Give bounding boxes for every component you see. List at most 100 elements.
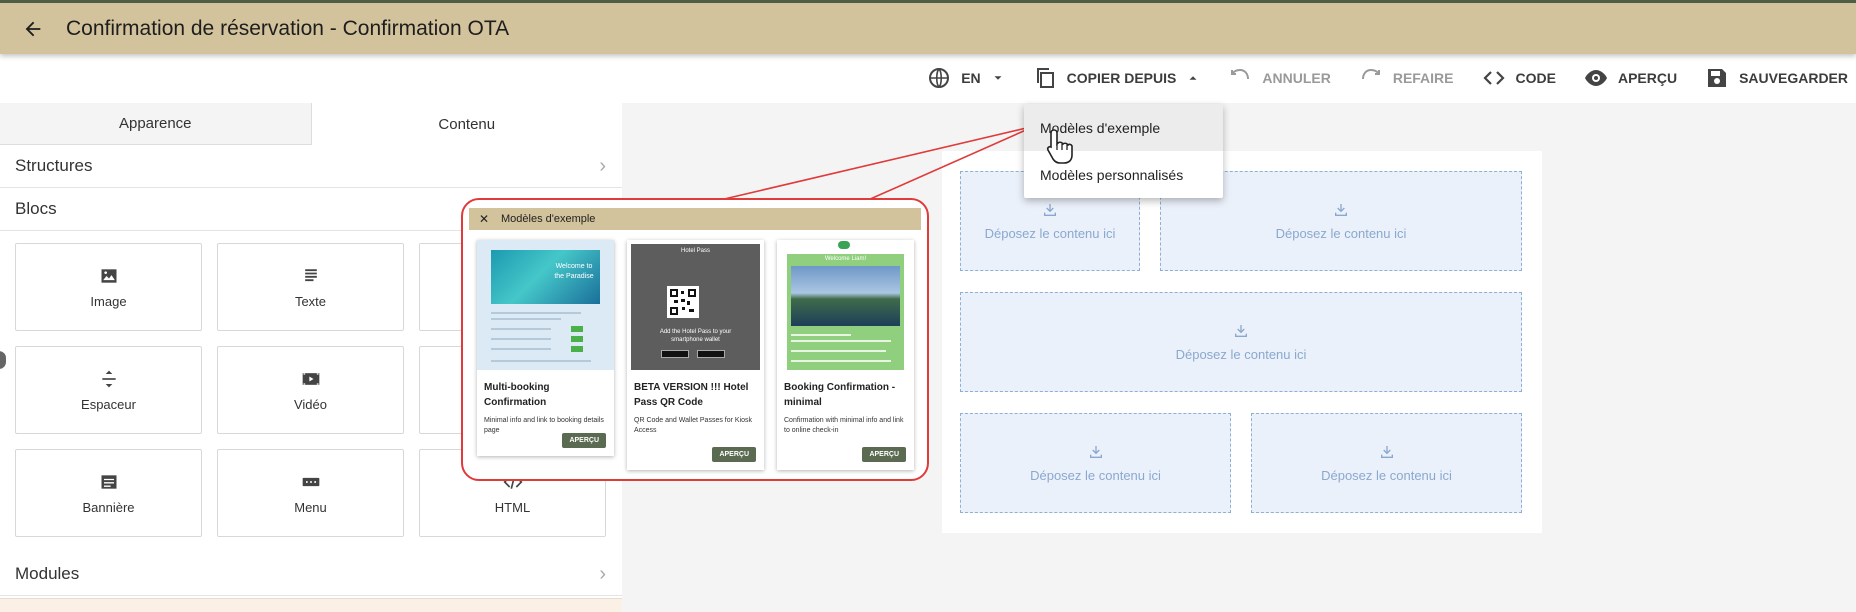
thumb-button <box>571 326 583 332</box>
copy-from-button[interactable]: COPIER DEPUIS <box>1033 66 1201 90</box>
spacer-icon <box>101 370 116 387</box>
templates-dialog-header: ✕ Modèles d'exemple <box>469 208 921 230</box>
video-icon <box>302 372 319 385</box>
preview-label: APERÇU <box>1617 70 1678 86</box>
thumb-line <box>491 312 581 314</box>
template-title: Multi-booking Confirmation <box>484 382 550 408</box>
block-banner[interactable]: Bannière <box>15 449 202 537</box>
arrow-left-icon <box>25 21 41 36</box>
qr-code-icon <box>670 289 696 315</box>
template-preview-button[interactable]: APERÇU <box>562 433 606 448</box>
preview-button[interactable]: APERÇU <box>1584 66 1677 90</box>
thumb-button <box>571 346 583 352</box>
thumb-button <box>571 336 583 342</box>
section-blocs-label: Blocs <box>15 199 57 218</box>
wallet-badge <box>661 350 689 358</box>
block-video[interactable]: Vidéo <box>217 346 404 434</box>
drop-zone[interactable]: Déposez le contenu ici <box>960 413 1231 513</box>
tab-contenu[interactable]: Contenu <box>311 103 622 145</box>
close-icon[interactable]: ✕ <box>475 212 493 226</box>
template-preview-button[interactable]: APERÇU <box>862 447 906 462</box>
block-spacer[interactable]: Espaceur <box>15 346 202 434</box>
thumb-line <box>791 360 891 362</box>
template-title: Booking Confirmation - minimal <box>784 382 896 408</box>
lake-image <box>791 266 900 326</box>
template-card[interactable]: Welcome to the Paradise Multi-booking Co… <box>477 240 614 456</box>
redo-icon <box>1361 68 1380 80</box>
block-label: Espaceur <box>81 396 136 412</box>
menu-icon <box>302 477 319 486</box>
template-preview-button[interactable]: APERÇU <box>712 447 756 462</box>
thumb-heading: Hotel Pass <box>680 248 710 254</box>
drop-zone-label: Déposez le contenu ici <box>1321 467 1452 483</box>
page-title: Confirmation de réservation - Confirmati… <box>66 16 510 40</box>
tab-apparence[interactable]: Apparence <box>0 103 312 145</box>
redo-button[interactable]: REFAIRE <box>1359 66 1454 90</box>
thumb-line <box>491 338 551 340</box>
chevron-right-icon: › <box>599 562 606 585</box>
download-tray-icon <box>1044 203 1056 216</box>
caret-down-icon <box>994 76 1002 80</box>
thumb-green-panel: Welcome Liam! <box>787 254 904 370</box>
copy-icon <box>1036 68 1054 88</box>
save-icon <box>1708 69 1727 87</box>
template-thumbnail: Hotel Pass Add the Hotel Pass to your sm… <box>627 240 764 370</box>
code-button[interactable]: CODE <box>1482 66 1556 90</box>
image-icon <box>101 268 116 283</box>
thumb-line <box>491 318 561 320</box>
drop-zone-label: Déposez le contenu ici <box>1175 346 1307 362</box>
caret-up-icon <box>1189 76 1197 80</box>
thumb-line <box>491 348 551 350</box>
download-tray-icon <box>1335 203 1347 216</box>
undo-icon <box>1231 68 1250 80</box>
templates-callout: ✕ Modèles d'exemple Welcome to the Parad… <box>461 198 929 481</box>
thumb-line <box>791 350 886 352</box>
undo-button[interactable]: ANNULER <box>1228 66 1331 90</box>
thumb-heading: Welcome to the Paradise <box>554 263 594 280</box>
section-modules[interactable]: Modules › <box>0 553 622 596</box>
block-label: Menu <box>294 499 327 515</box>
block-menu[interactable]: Menu <box>217 449 404 537</box>
panel-bottom-strip <box>0 598 622 612</box>
download-tray-icon <box>1380 445 1393 458</box>
template-thumbnail: Welcome Liam! <box>777 240 914 370</box>
undo-label: ANNULER <box>1262 70 1331 86</box>
block-label: Image <box>90 293 127 309</box>
thumb-line <box>491 328 551 330</box>
save-button[interactable]: SAUVEGARDER <box>1705 66 1848 90</box>
hand-cursor-icon <box>1046 129 1073 164</box>
save-label: SAUVEGARDER <box>1739 70 1848 86</box>
block-text[interactable]: Texte <box>217 243 404 331</box>
panel-tabs: Apparence Contenu <box>0 103 622 145</box>
code-label: CODE <box>1515 70 1556 86</box>
download-tray-icon <box>1235 324 1247 337</box>
drop-zone-label: Déposez le contenu ici <box>1275 225 1407 241</box>
templates-dialog-title: Modèles d'exemple <box>501 213 596 225</box>
drop-zone[interactable]: Déposez le contenu ici <box>1251 413 1522 513</box>
template-thumbnail: Welcome to the Paradise <box>477 240 614 370</box>
block-label: Vidéo <box>293 396 327 412</box>
thumb-heading: Welcome Liam! <box>824 256 867 262</box>
template-title: BETA VERSION !!! Hotel Pass QR Code <box>634 382 749 408</box>
thumb-line <box>791 340 891 342</box>
download-tray-icon <box>1089 445 1102 458</box>
copy-from-label: COPIER DEPUIS <box>1066 70 1177 86</box>
chevron-right-icon: › <box>599 154 606 177</box>
redo-label: REFAIRE <box>1392 70 1454 86</box>
block-image[interactable]: Image <box>15 243 202 331</box>
template-card[interactable]: Welcome Liam! Booking Confirmation - min… <box>777 240 914 470</box>
code-icon <box>1482 71 1505 85</box>
section-structures[interactable]: Structures › <box>0 145 622 188</box>
language-selector[interactable]: EN <box>927 66 1004 90</box>
block-label: Bannière <box>82 499 135 515</box>
template-card[interactable]: Hotel Pass Add the Hotel Pass to your sm… <box>627 240 764 470</box>
text-lines-icon <box>304 268 317 281</box>
template-description: Confirmation with minimal info and link … <box>784 417 904 434</box>
editor-toolbar: EN COPIER DEPUIS ANNULER REFAIRE CODE AP… <box>927 60 1856 96</box>
template-cards: Welcome to the Paradise Multi-booking Co… <box>477 240 914 470</box>
back-button[interactable] <box>18 14 48 44</box>
qr-code-image <box>667 286 699 318</box>
thumb-line <box>791 334 851 336</box>
drop-zone[interactable]: Déposez le contenu ici <box>960 292 1522 392</box>
banner-icon <box>101 474 116 489</box>
